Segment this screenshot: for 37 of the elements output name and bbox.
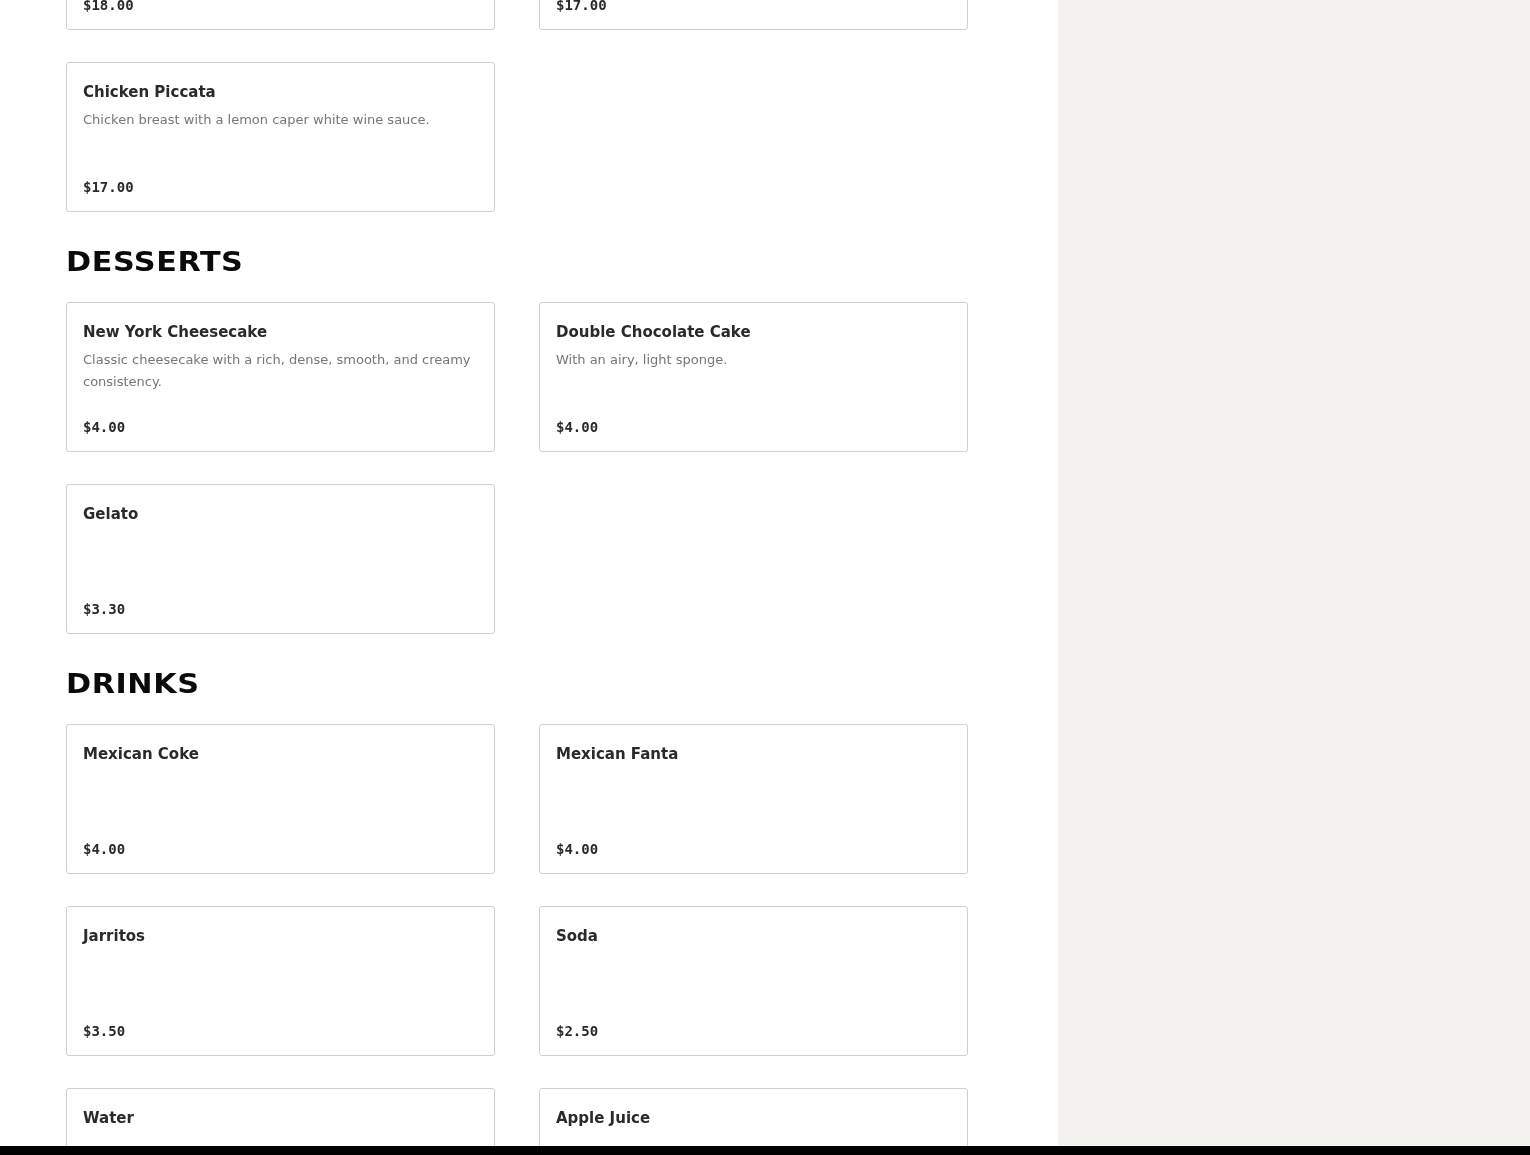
item-price: $3.50 xyxy=(83,1023,127,1039)
item-name: New York Cheesecake xyxy=(83,323,269,341)
section-heading: DRINKS xyxy=(66,670,201,698)
item-name: Double Chocolate Cake xyxy=(556,323,752,341)
menu-item-card[interactable]: $17.00 xyxy=(539,0,968,30)
menu-item-card[interactable]: Mexican Fanta $4.00 xyxy=(539,724,968,874)
item-price: $4.00 xyxy=(556,419,600,435)
menu-item-card[interactable]: New York Cheesecake Classic cheesecake with a rich, dense, smooth, and creamy consistency. $4.00 xyxy=(66,302,495,452)
item-name: Gelato xyxy=(83,505,140,523)
item-price: $4.00 xyxy=(556,841,600,857)
item-name: Apple Juice xyxy=(556,1109,652,1127)
item-name: Jarritos xyxy=(83,927,147,945)
item-price: $17.00 xyxy=(83,179,135,195)
item-description: Chicken breast with a lemon caper white wine sauce. xyxy=(83,111,431,129)
item-name: Water xyxy=(83,1109,135,1127)
item-price: $3.30 xyxy=(83,601,127,617)
item-name: Soda xyxy=(556,927,599,945)
item-description: With an airy, light sponge. xyxy=(556,351,729,369)
item-price: $2.50 xyxy=(556,1023,600,1039)
menu-item-card[interactable]: Gelato $3.30 xyxy=(66,484,495,634)
item-name: Chicken Piccata xyxy=(83,83,217,101)
menu-item-card[interactable]: Double Chocolate Cake With an airy, light sponge. $4.00 xyxy=(539,302,968,452)
item-price: $18.00 xyxy=(83,0,135,13)
item-description: Classic cheesecake with a rich, dense, smooth, and creamy consistency. xyxy=(83,351,472,391)
menu-item-card[interactable]: Water xyxy=(66,1088,495,1146)
item-name: Mexican Coke xyxy=(83,745,200,763)
menu-item-card[interactable]: Apple Juice xyxy=(539,1088,968,1146)
menu-item-card[interactable]: Mexican Coke $4.00 xyxy=(66,724,495,874)
menu-item-card[interactable]: Chicken Piccata Chicken breast with a lemon caper white wine sauce. $17.00 xyxy=(66,62,495,212)
menu-item-card[interactable]: Soda $2.50 xyxy=(539,906,968,1056)
item-price: $4.00 xyxy=(83,419,127,435)
menu-item-card[interactable]: $18.00 xyxy=(66,0,495,30)
item-price: $17.00 xyxy=(556,0,608,13)
item-price: $4.00 xyxy=(83,841,127,857)
menu-item-card[interactable]: Jarritos $3.50 xyxy=(66,906,495,1056)
section-heading: DESSERTS xyxy=(66,248,245,276)
item-name: Mexican Fanta xyxy=(556,745,680,763)
